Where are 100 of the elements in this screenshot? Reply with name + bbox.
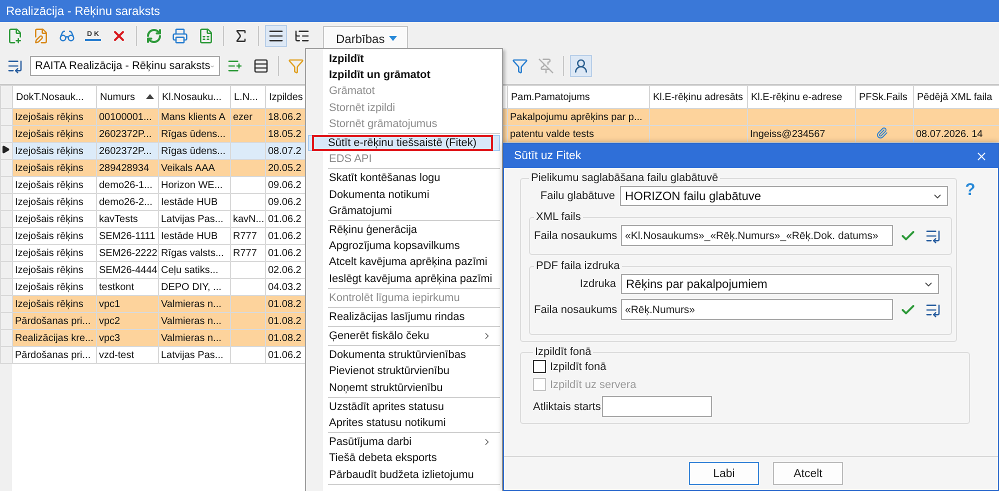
field-label: Failu glabātuve bbox=[539, 190, 615, 202]
menu-item[interactable]: Atcelt kavējuma aprēķina pazīmi bbox=[308, 254, 500, 270]
printer-icon[interactable] bbox=[172, 28, 188, 44]
new-document-icon[interactable] bbox=[7, 28, 23, 44]
table-cell: Izejošais rēķins bbox=[15, 230, 84, 242]
table-cell: 00100001... bbox=[99, 112, 152, 122]
menu-item[interactable]: Dokumenta struktūrvienības bbox=[308, 347, 500, 364]
table-cell: Rīgas ūdens... bbox=[161, 146, 226, 156]
menu-item[interactable]: Apgrozījuma kopsavilkums bbox=[308, 238, 500, 254]
delayed-start-field[interactable] bbox=[602, 396, 712, 417]
menu-item[interactable]: Izpildīt un grāmatot bbox=[308, 67, 500, 84]
menu-item[interactable]: Pārbaudīt budžeta izlietojumu bbox=[308, 466, 500, 483]
table-cell: Ingeiss@234567 bbox=[750, 128, 826, 140]
menu-item[interactable]: Dokumenta notikumi bbox=[308, 186, 500, 203]
table-cell: SEM26-2222 bbox=[99, 248, 158, 258]
column-header[interactable]: PFSk.Fails bbox=[856, 86, 914, 108]
list-view-icon[interactable] bbox=[268, 28, 284, 44]
table-cell: Valmieras n... bbox=[161, 298, 222, 310]
filter-icon[interactable] bbox=[288, 58, 304, 74]
menu-item[interactable]: Pasūtījuma darbi bbox=[308, 434, 500, 450]
print-select[interactable]: Rēķins par pakalpojumiem bbox=[621, 274, 939, 294]
list-arrow-icon[interactable] bbox=[925, 228, 941, 244]
menu-item[interactable]: Ieslēgt kavējuma aprēķina pazīmi bbox=[308, 270, 500, 287]
table-cell: 01.06.2 bbox=[268, 248, 302, 258]
actions-button[interactable]: Darbības bbox=[323, 26, 408, 50]
table-cell: demo26-1... bbox=[99, 180, 152, 190]
table-cell: Iestāde HUB bbox=[161, 196, 218, 208]
column-header[interactable]: Numurs bbox=[96, 86, 158, 108]
table-cell: SEM26-4444 bbox=[99, 264, 158, 276]
table-cell: 08.07.2026. 14 bbox=[916, 128, 983, 140]
delete-icon[interactable] bbox=[111, 28, 127, 44]
menu-item[interactable]: Rēķinu ģenerācija bbox=[308, 222, 500, 238]
file-name-field[interactable]: «Kl.Nosaukums»_«Rēķ.Numurs»_«Rēķ.Dok. datums» bbox=[621, 225, 893, 246]
group-title: Izpildīt fonā bbox=[534, 346, 592, 358]
tree-view-icon[interactable] bbox=[294, 28, 310, 44]
dialog-button[interactable]: Atcelt bbox=[773, 462, 843, 485]
table-cell: patentu valde tests bbox=[510, 128, 594, 140]
dialog-button[interactable]: Labi bbox=[689, 462, 759, 485]
table-cell: vzd-test bbox=[99, 350, 134, 360]
table-cell: Izejošais rēķins bbox=[15, 180, 84, 190]
checkbox-option[interactable]: Izpildīt fonā bbox=[533, 360, 961, 373]
glasses-icon[interactable] bbox=[59, 28, 75, 44]
storage-select[interactable]: HORIZON failu glabātuve bbox=[620, 186, 948, 206]
column-header[interactable]: Pam.Pamatojums bbox=[508, 86, 650, 108]
table-cell: kavTests bbox=[99, 214, 138, 224]
column-header[interactable]: Kl.E-rēķinu adresāts bbox=[650, 86, 748, 108]
user-filter-icon[interactable] bbox=[573, 58, 589, 74]
table-cell: vpc1 bbox=[99, 298, 120, 310]
refresh-icon[interactable] bbox=[146, 28, 162, 44]
menu-item[interactable]: Izpildīt bbox=[308, 51, 500, 68]
table-cell: Izejošais rēķins bbox=[15, 162, 84, 174]
table-cell: 2602372P... bbox=[99, 128, 152, 140]
table-cell: 02.06.2 bbox=[268, 264, 302, 276]
menu-item[interactable]: Tiešā debeta eksports bbox=[308, 450, 500, 466]
spreadsheet-icon[interactable] bbox=[198, 28, 214, 44]
file-name-field[interactable]: «Rēķ.Numurs» bbox=[621, 299, 893, 320]
table-cell: Veikals AAA bbox=[161, 162, 215, 174]
table-cell: Ceļu satiks... bbox=[161, 264, 218, 276]
table-cell: 04.03.2 bbox=[268, 282, 302, 292]
pages-icon[interactable] bbox=[253, 58, 269, 74]
column-header[interactable]: Pēdējā XML faila bbox=[914, 86, 999, 108]
table-cell: 08.07.2 bbox=[268, 146, 302, 156]
menu-item[interactable]: Aprites statusu notikumi bbox=[308, 414, 500, 432]
filter-list-icon[interactable] bbox=[512, 58, 528, 74]
list-arrow-icon[interactable] bbox=[7, 58, 23, 74]
column-header[interactable]: Kl.E-rēķinu e-adrese bbox=[748, 86, 856, 108]
table-cell: Izejošais rēķins bbox=[15, 298, 84, 310]
column-header[interactable]: L.N... bbox=[230, 86, 266, 108]
table-cell: 18.05.2 bbox=[268, 128, 302, 140]
menu-item[interactable]: Noņemt struktūrvienību bbox=[308, 380, 500, 396]
table-cell: R777 bbox=[233, 248, 257, 258]
menu-item[interactable]: Grāmatojumi bbox=[308, 202, 500, 219]
table-cell: 01.06.2 bbox=[268, 214, 302, 224]
view-select[interactable]: RAITA Realizācija - Rēķinu saraksts bbox=[30, 56, 220, 76]
table-cell: Izejošais rēķins bbox=[15, 128, 84, 140]
checkbox[interactable] bbox=[533, 360, 546, 373]
table-cell: kavN... bbox=[233, 214, 264, 224]
menu-item[interactable]: Uzstādīt aprites statusu bbox=[308, 398, 500, 415]
edit-document-icon[interactable] bbox=[33, 28, 49, 44]
table-cell: Izejošais rēķins bbox=[15, 112, 84, 122]
table-cell: 09.06.2 bbox=[268, 196, 302, 208]
table-cell: demo26-2... bbox=[99, 196, 152, 208]
table-cell: 20.05.2 bbox=[268, 162, 302, 174]
column-header[interactable]: Izpildes bbox=[266, 86, 306, 108]
menu-item[interactable]: Ģenerēt fiskālo čeku bbox=[308, 328, 500, 344]
table-cell: 01.06.2 bbox=[268, 230, 302, 242]
menu-item[interactable]: Skatīt kontēšanas logu bbox=[308, 170, 500, 186]
add-view-icon[interactable] bbox=[227, 58, 243, 74]
table-cell: Iestāde HUB bbox=[161, 230, 218, 242]
column-header[interactable]: DokT.Nosauk... bbox=[12, 86, 96, 108]
list-arrow-icon[interactable] bbox=[925, 302, 941, 318]
pin-icon[interactable] bbox=[538, 58, 554, 74]
field-label: Faila nosaukums bbox=[534, 230, 616, 242]
dropdown-arrow-icon bbox=[388, 36, 397, 41]
menu-item[interactable]: Pievienot struktūrvienību bbox=[308, 363, 500, 380]
menu-item[interactable]: Realizācijas lasījumu rindas bbox=[308, 308, 500, 325]
column-header[interactable]: Kl.Nosauku... bbox=[158, 86, 230, 108]
group-title: PDF faila izdruka bbox=[535, 260, 621, 272]
table-cell: 09.06.2 bbox=[268, 180, 302, 190]
close-icon[interactable] bbox=[975, 150, 988, 162]
